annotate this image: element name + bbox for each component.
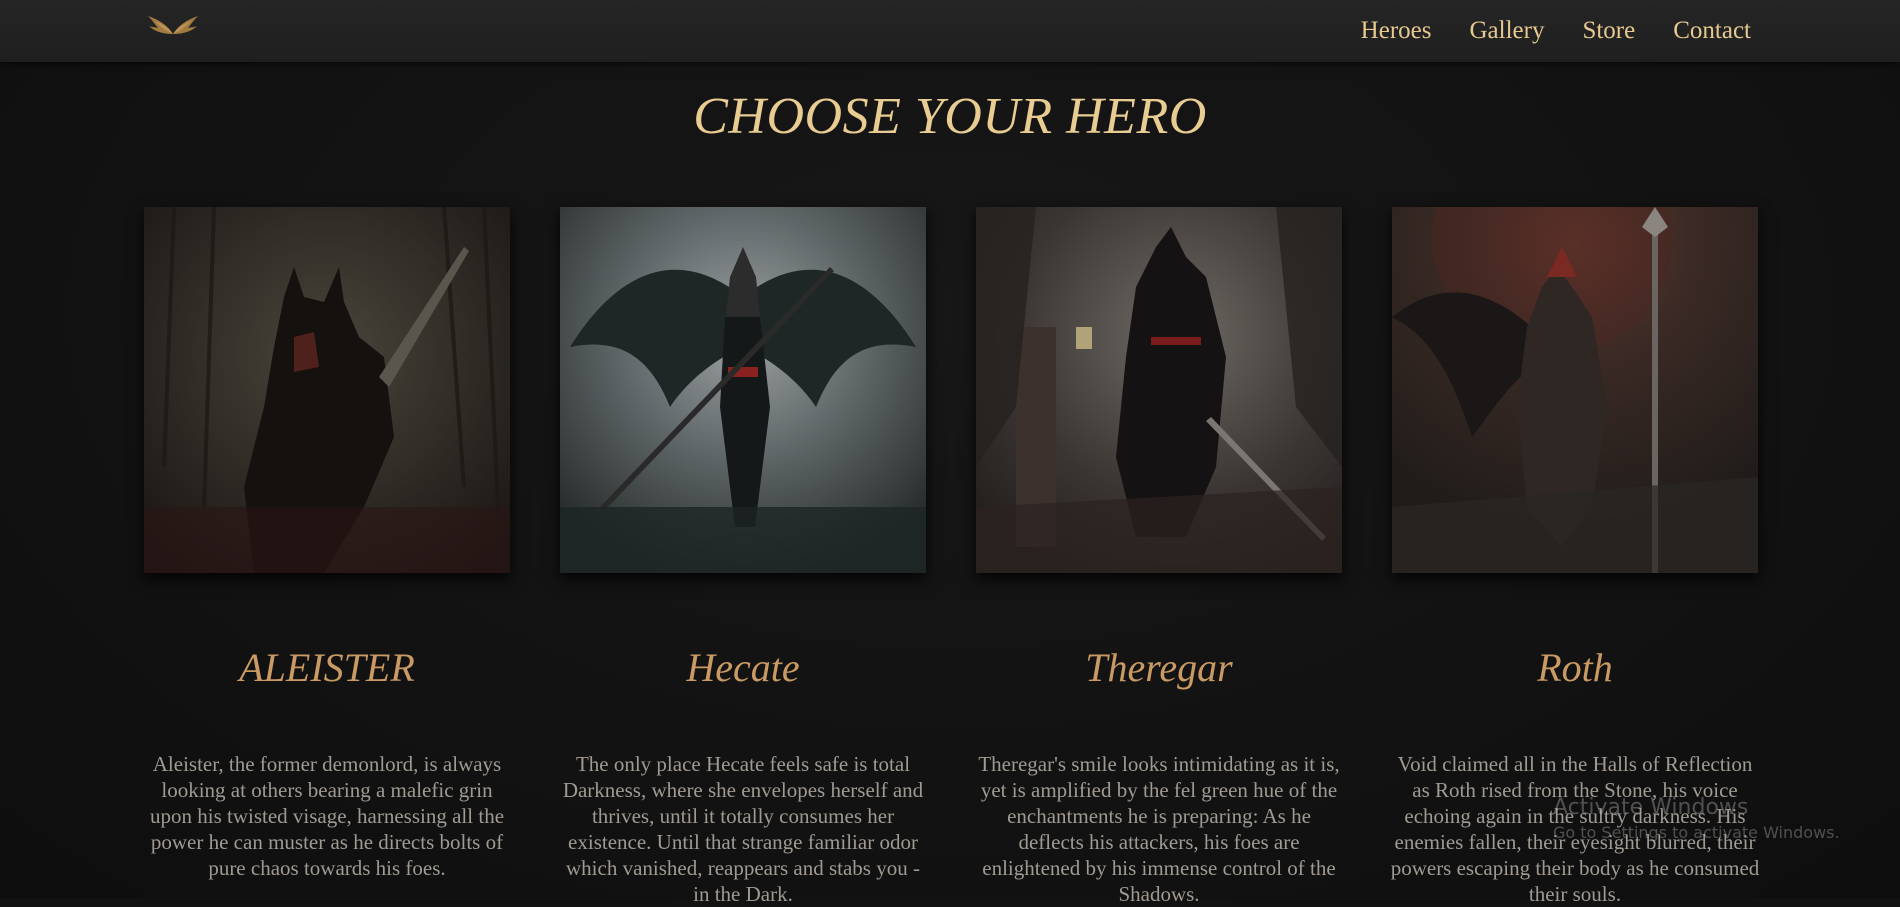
hero-card-aleister[interactable]: ALEISTER Aleister, the former demonlord,… <box>144 207 510 880</box>
hero-card-roth[interactable]: Roth Void claimed all in the Halls of Re… <box>1391 207 1759 906</box>
hero-name: ALEISTER <box>239 645 415 690</box>
activate-windows-watermark: Activate Windows Go to Settings to activ… <box>1553 794 1840 844</box>
nav-links: Heroes Gallery Store Contact <box>1361 16 1751 46</box>
nav-link-contact[interactable]: Contact <box>1673 16 1751 46</box>
hero-description: Theregar's smile looks intimidating as i… <box>978 752 1340 906</box>
watermark-subtitle: Go to Settings to activate Windows. <box>1553 823 1840 842</box>
hero-card-theregar[interactable]: Theregar Theregar's smile looks intimida… <box>976 207 1342 906</box>
hero-portrait-aleister[interactable] <box>144 207 510 573</box>
watermark-title: Activate Windows <box>1553 795 1749 820</box>
wings-logo-icon[interactable] <box>146 12 200 38</box>
hero-description: Aleister, the former demonlord, is alway… <box>149 752 505 880</box>
hero-name: Roth <box>1537 645 1613 690</box>
hero-portrait-roth[interactable] <box>1392 207 1758 573</box>
nav-link-store[interactable]: Store <box>1582 16 1635 46</box>
nav-link-heroes[interactable]: Heroes <box>1361 16 1432 46</box>
nav-link-gallery[interactable]: Gallery <box>1469 16 1544 46</box>
page-title: CHOOSE YOUR HERO <box>693 88 1207 145</box>
hero-portrait-theregar[interactable] <box>976 207 1342 573</box>
hero-name: Hecate <box>686 645 800 690</box>
top-navbar: Heroes Gallery Store Contact <box>0 0 1900 62</box>
hero-description: The only place Hecate feels safe is tota… <box>562 752 924 906</box>
main-content: CHOOSE YOUR HERO ALEISTER Aleister, the … <box>0 62 1900 906</box>
hero-portrait-hecate[interactable] <box>560 207 926 573</box>
hero-name: Theregar <box>1085 645 1233 690</box>
hero-card-hecate[interactable]: Hecate The only place Hecate feels safe … <box>560 207 926 906</box>
